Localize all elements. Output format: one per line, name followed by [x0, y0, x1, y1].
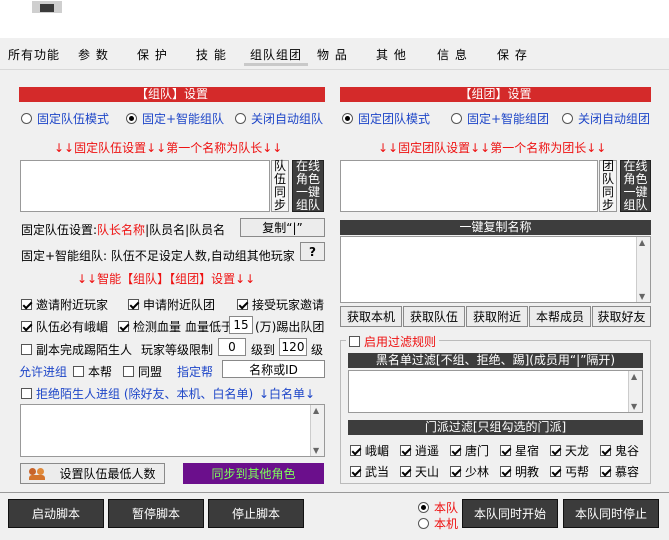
- cb-sect-mingjiao[interactable]: 明教: [500, 463, 539, 480]
- group-sync-button[interactable]: 团队同步: [599, 160, 617, 212]
- cb-sect-tangmen[interactable]: 唐门: [450, 442, 489, 459]
- team-header: 【组队】设置: [19, 87, 325, 102]
- get-nearby-button[interactable]: 获取附近: [466, 306, 528, 327]
- fixed-group-hint: ↓↓固定团队设置↓↓第一个名称为团长↓↓: [378, 141, 607, 155]
- tab-other[interactable]: 其 他: [376, 46, 407, 63]
- fixed-group-input[interactable]: [340, 160, 598, 212]
- cb-invite-nearby[interactable]: 邀请附近玩家: [21, 296, 108, 313]
- radio-own-team[interactable]: 本队: [418, 499, 458, 516]
- radio-smart-group[interactable]: 固定+智能组团: [451, 110, 549, 127]
- tab-save[interactable]: 保 存: [497, 46, 528, 63]
- copy-names-input[interactable]: ▲ ▼: [340, 236, 651, 303]
- whitelist-scrollbar[interactable]: ▲ ▼: [310, 405, 324, 456]
- radio-label: 固定+智能组队: [142, 112, 225, 126]
- radio-fixed-team[interactable]: 固定队伍模式: [21, 110, 109, 127]
- help-button[interactable]: ?: [300, 242, 325, 261]
- radio-close-group[interactable]: 关闭自动组团: [562, 110, 650, 127]
- radio-icon: [21, 113, 32, 124]
- fixed-team-hint: ↓↓固定队伍设置↓↓第一个名称为队长↓↓: [54, 141, 283, 155]
- fixed-team-input[interactable]: [20, 160, 270, 212]
- blacklist-header: 黑名单过滤[不组、拒绝、踢](成员用“|”隔开): [348, 353, 643, 368]
- tab-skills[interactable]: 技 能: [196, 46, 227, 63]
- cb-require-emei[interactable]: 队伍必有峨嵋: [21, 318, 108, 335]
- cb-sect-wudang[interactable]: 武当: [350, 463, 389, 480]
- whitelist-input[interactable]: ▲ ▼: [20, 404, 325, 457]
- cb-reject-strangers[interactable]: 拒绝陌生人进组 (除好友、本机、白名单): [21, 385, 253, 402]
- guild-members-button[interactable]: 本帮成员: [529, 306, 591, 327]
- cb-check-hp[interactable]: 检测血量: [118, 318, 181, 335]
- tab-bar: 所有功能 参 数 保 护 技 能 组队组团 物 品 其 他 信 息 保 存: [0, 40, 669, 68]
- radio-label: 固定队伍模式: [37, 112, 110, 126]
- sect-filter-header: 门派过滤[只组勾选的门派]: [348, 420, 643, 435]
- cb-sect-guigu[interactable]: 鬼谷: [600, 442, 639, 459]
- level-to-label: 级到: [251, 343, 276, 357]
- stop-script-button[interactable]: 停止脚本: [208, 499, 304, 528]
- sync-other-roles-button[interactable]: 同步到其他角色: [183, 463, 324, 484]
- radio-smart-team[interactable]: 固定+智能组队: [126, 110, 224, 127]
- copy-names-header: 一键复制名称: [340, 220, 651, 235]
- online-group-button[interactable]: 在线角色一键组队: [620, 160, 651, 212]
- cb-sect-murong[interactable]: 慕容: [600, 463, 639, 480]
- title-bar: [0, 0, 669, 38]
- radio-label: 关闭自动组队: [251, 112, 324, 126]
- cb-own-guild[interactable]: 本帮: [73, 363, 112, 380]
- cb-sect-emei[interactable]: 峨嵋: [350, 442, 389, 459]
- tab-items[interactable]: 物 品: [317, 46, 348, 63]
- blacklist-input[interactable]: ▲ ▼: [348, 370, 643, 413]
- tab-divider: [0, 69, 669, 70]
- radio-fixed-group[interactable]: 固定团队模式: [342, 110, 430, 127]
- allow-join-label: 允许进组: [19, 365, 68, 379]
- hp-label: 血量低于: [185, 320, 234, 334]
- cb-sect-xiaoyao[interactable]: 逍遥: [400, 442, 439, 459]
- cb-sect-tianshan[interactable]: 天山: [400, 463, 439, 480]
- copy-separator-button[interactable]: 复制“|”: [240, 218, 325, 237]
- level-max-input[interactable]: 120: [279, 338, 307, 356]
- radio-close-team[interactable]: 关闭自动组队: [235, 110, 323, 127]
- tab-all[interactable]: 所有功能: [8, 46, 60, 63]
- smart-settings-hint: ↓↓智能【组队】【组团】设置↓↓: [77, 272, 256, 286]
- hp-unit-label: (万)踢出队团: [255, 320, 325, 334]
- whitelist-label: ↓白名单↓: [259, 387, 316, 401]
- cb-accept-invite[interactable]: 接受玩家邀请: [237, 296, 324, 313]
- app-logo-dark: [40, 4, 54, 12]
- pause-script-button[interactable]: 暂停脚本: [108, 499, 204, 528]
- level-min-input[interactable]: 0: [218, 338, 246, 356]
- group-header: 【组团】设置: [340, 87, 651, 102]
- radio-icon: [126, 113, 137, 124]
- copy-names-scrollbar[interactable]: ▲ ▼: [636, 237, 650, 302]
- get-friends-button[interactable]: 获取好友: [592, 306, 651, 327]
- tab-params[interactable]: 参 数: [78, 46, 109, 63]
- tab-team[interactable]: 组队组团: [244, 46, 309, 66]
- cb-sect-gaibang[interactable]: 丐帮: [550, 463, 589, 480]
- guild-name-input[interactable]: 名称或ID: [222, 360, 325, 378]
- cb-enable-filter[interactable]: 启用过滤规则: [346, 333, 440, 350]
- get-local-button[interactable]: 获取本机: [340, 306, 402, 327]
- cb-sect-shaolin[interactable]: 少林: [450, 463, 489, 480]
- cb-alliance[interactable]: 同盟: [123, 363, 162, 380]
- start-script-button[interactable]: 启动脚本: [8, 499, 104, 528]
- cb-apply-nearby[interactable]: 申请附近队团: [128, 296, 215, 313]
- team-stop-button[interactable]: 本队同时停止: [563, 499, 659, 528]
- fixed-format-row: 固定队伍设置:队长名称|队员名|队员名: [21, 223, 226, 237]
- radio-local-machine[interactable]: 本机: [418, 515, 458, 532]
- online-team-button[interactable]: 在线角色一键组队: [292, 160, 324, 212]
- get-team-button[interactable]: 获取队伍: [403, 306, 465, 327]
- cb-kick-strangers[interactable]: 副本完成踢陌生人: [21, 341, 132, 358]
- tab-info[interactable]: 信 息: [437, 46, 468, 63]
- level-unit-label: 级: [311, 343, 324, 357]
- radio-icon: [235, 113, 246, 124]
- level-limit-label: 玩家等级限制: [141, 343, 214, 357]
- team-start-button[interactable]: 本队同时开始: [462, 499, 558, 528]
- users-icon: [29, 467, 46, 480]
- smart-team-label: 固定+智能组队: 队伍不足设定人数,自动组其他玩家: [21, 249, 295, 263]
- team-sync-button[interactable]: 队伍同步: [271, 160, 289, 212]
- set-min-members-button[interactable]: 设置队伍最低人数: [20, 463, 165, 484]
- tab-protect[interactable]: 保 护: [137, 46, 168, 63]
- blacklist-scrollbar[interactable]: ▲ ▼: [628, 371, 642, 412]
- hp-value-input[interactable]: 15: [229, 316, 253, 334]
- designated-guild-label: 指定帮: [177, 365, 214, 379]
- cb-sect-xingxiu[interactable]: 星宿: [500, 442, 539, 459]
- cb-sect-tianlong[interactable]: 天龙: [550, 442, 589, 459]
